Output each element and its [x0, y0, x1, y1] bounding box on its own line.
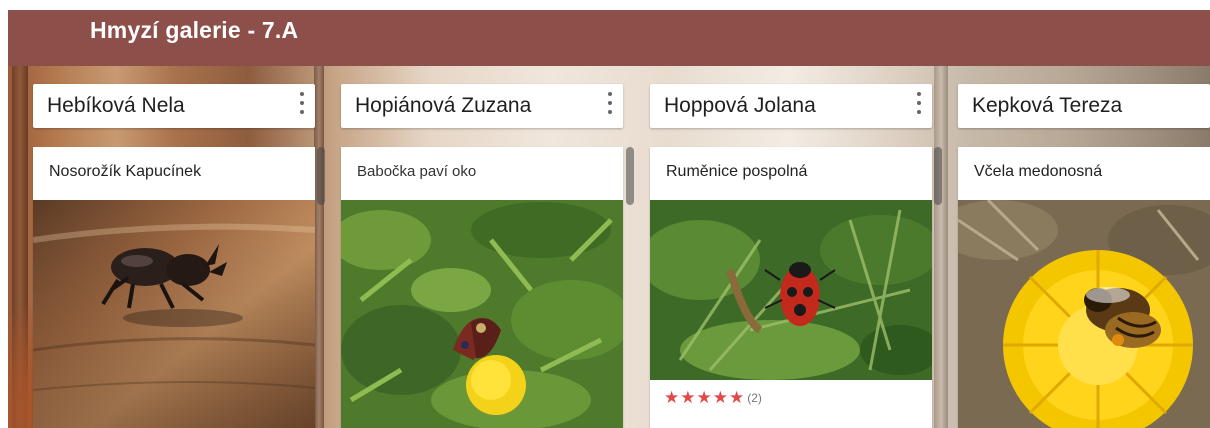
board-header: Hmyzí galerie - 7.A [8, 10, 1210, 66]
bee-photo[interactable] [958, 200, 1210, 428]
board-title: Hmyzí galerie - 7.A [90, 17, 299, 43]
post-title: Babočka paví oko [357, 163, 477, 180]
bee-image [958, 200, 1210, 428]
star-icon[interactable]: ★ [697, 389, 712, 407]
more-vertical-icon[interactable] [297, 92, 307, 114]
column-title: Hoppová Jolana [664, 94, 816, 117]
column-scrollbar[interactable] [934, 147, 942, 205]
post-title: Včela medonosná [974, 163, 1103, 180]
post-card[interactable]: Ruměnice pospolná ★ ★ ★ ★ ★ (2) [650, 147, 932, 428]
beetle-image [33, 200, 315, 428]
post-title: Ruměnice pospolná [666, 163, 808, 180]
more-vertical-icon[interactable] [605, 92, 615, 114]
more-vertical-icon[interactable] [914, 92, 924, 114]
firebug-photo[interactable] [650, 200, 932, 380]
column-title: Hebíková Nela [47, 94, 185, 117]
column-scrollbar[interactable] [626, 147, 634, 205]
background-tree-trunk [314, 66, 324, 428]
star-rating[interactable]: ★ ★ ★ ★ ★ (2) [664, 389, 762, 407]
star-icon[interactable]: ★ [729, 389, 744, 407]
column-title: Hopiánová Zuzana [355, 94, 532, 117]
post-card[interactable]: Včela medonosná [958, 147, 1210, 428]
column-hoppova-jolana: Hoppová Jolana Ruměnice pospolná ★ ★ ★ ★… [650, 84, 932, 428]
column-scrollbar[interactable] [317, 147, 325, 205]
column-header: Kepková Tereza [958, 84, 1210, 128]
beetle-photo[interactable] [33, 200, 315, 428]
butterfly-photo[interactable] [341, 200, 623, 428]
column-hebikova-nela: Hebíková Nela Nosorožík Kapucínek [33, 84, 315, 428]
star-icon[interactable]: ★ [713, 389, 728, 407]
column-kepkova-tereza: Kepková Tereza Včela medonosná [958, 84, 1210, 428]
background-tree-trunk [934, 66, 948, 428]
column-hopianova-zuzana: Hopiánová Zuzana Babočka paví oko [341, 84, 623, 428]
rating-count: (2) [747, 391, 762, 405]
post-card[interactable]: Nosorožík Kapucínek [33, 147, 315, 428]
butterfly-image [341, 200, 623, 428]
column-header: Hebíková Nela [33, 84, 315, 128]
star-icon[interactable]: ★ [664, 389, 679, 407]
star-icon[interactable]: ★ [680, 389, 695, 407]
column-header: Hopiánová Zuzana [341, 84, 623, 128]
column-title: Kepková Tereza [972, 94, 1123, 117]
firebug-image [650, 200, 932, 380]
post-card[interactable]: Babočka paví oko [341, 147, 623, 428]
post-title: Nosorožík Kapucínek [49, 163, 202, 180]
column-header: Hoppová Jolana [650, 84, 932, 128]
